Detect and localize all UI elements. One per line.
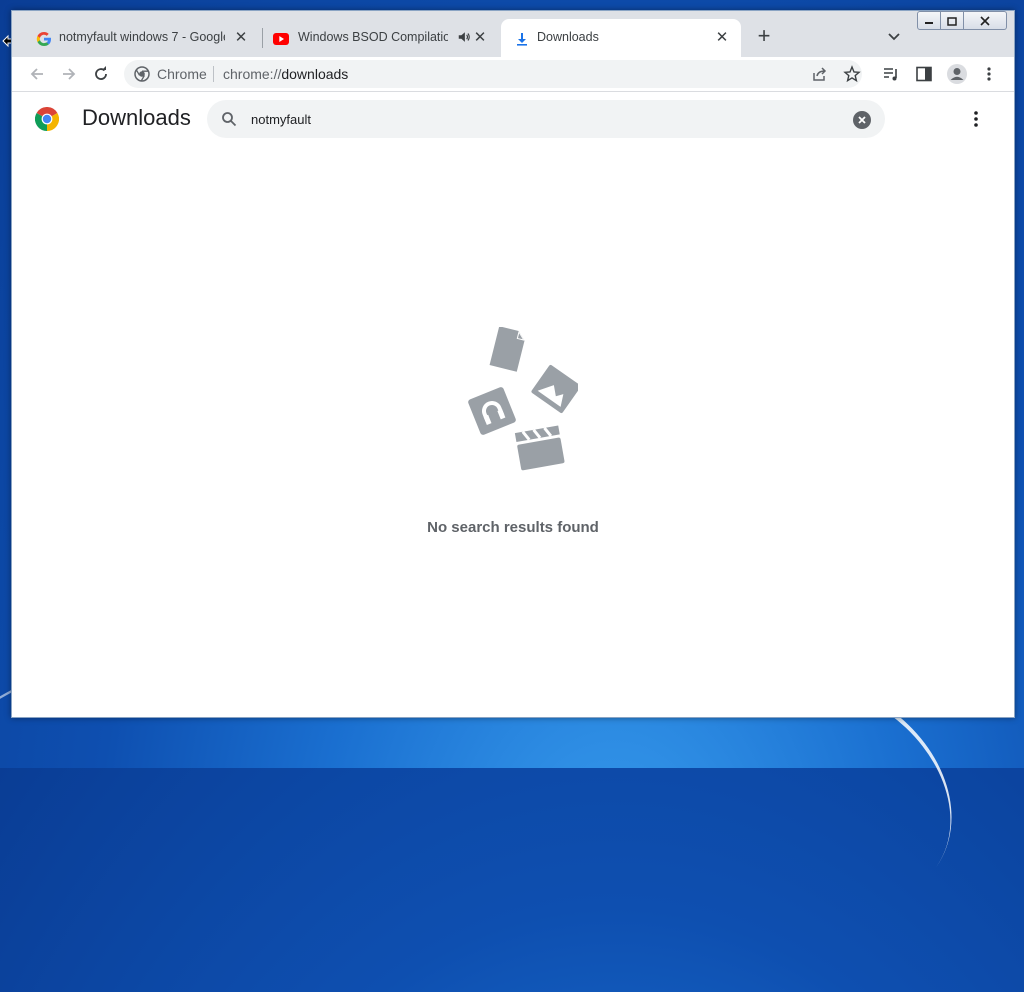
close-icon [980,15,990,26]
maximize-button[interactable] [941,11,964,30]
tab-title: notmyfault windows 7 - Google S [59,30,225,44]
reload-icon [95,66,107,80]
youtube-icon [273,33,289,45]
chrome-menu-button[interactable] [976,61,1002,87]
downloads-search-box [207,100,885,138]
side-panel-icon [916,66,932,82]
chrome-window: notmyfault windows 7 - Google S ✕ Window… [11,10,1015,718]
search-icon [222,112,237,127]
browser-toolbar: Chrome chrome://downloads [12,57,1014,92]
minimize-button[interactable] [917,11,941,30]
url-scheme: chrome:// [223,66,282,82]
site-chip: Chrome [157,66,207,82]
restore-icon [947,16,957,26]
tab-strip: notmyfault windows 7 - Google S ✕ Window… [12,11,1014,57]
new-tab-button[interactable]: + [752,25,776,49]
image-icon [531,364,578,414]
chrome-logo-icon [35,107,59,131]
forward-button[interactable] [56,61,82,87]
chevron-down-icon[interactable] [884,27,904,47]
address-bar[interactable]: Chrome chrome://downloads [124,60,862,88]
omnibox-divider [213,66,214,82]
media-control-button[interactable] [878,61,904,87]
arrow-right-icon [63,68,76,80]
downloads-page: Downloads notmyfault No search results f… [12,92,1014,717]
video-clapper-icon [514,425,565,471]
document-icon [489,327,525,372]
google-icon [36,32,51,46]
tab-google-search[interactable]: notmyfault windows 7 - Google S ✕ [24,19,260,57]
clear-search-button[interactable] [853,111,871,129]
tab-youtube-video[interactable]: Windows BSOD Compilation ✕ [263,19,499,57]
avatar-icon [947,64,967,84]
close-icon [858,116,866,124]
tab-close-button[interactable]: ✕ [232,29,250,47]
profile-button[interactable] [944,61,970,87]
more-actions-menu-icon[interactable] [966,109,986,129]
share-icon[interactable] [811,65,829,83]
tab-title: Windows BSOD Compilation [298,30,448,44]
speaker-icon[interactable] [457,30,471,44]
arrow-left-icon [30,68,43,80]
audio-file-icon [468,387,516,435]
search-input[interactable] [251,109,831,129]
tab-downloads[interactable]: Downloads ✕ [501,19,741,57]
kebab-menu-icon [987,67,991,81]
download-icon [517,33,527,46]
url-text: chrome://downloads [223,66,348,82]
tab-title: Downloads [537,30,599,44]
empty-state-illustration [468,327,578,471]
tab-close-button[interactable]: ✕ [713,29,731,47]
chrome-icon [134,66,150,82]
bookmark-star-icon[interactable] [843,65,861,83]
media-queue-icon [884,68,897,81]
empty-state-message: No search results found [427,519,599,536]
minimize-icon [925,21,933,24]
close-window-button[interactable] [964,11,1007,30]
window-controls [917,11,1007,30]
tab-close-button[interactable]: ✕ [471,29,489,47]
url-path: downloads [281,66,349,82]
back-button[interactable] [24,61,50,87]
reload-button[interactable] [88,61,114,87]
side-panel-button[interactable] [911,61,937,87]
page-title: Downloads [82,105,191,130]
